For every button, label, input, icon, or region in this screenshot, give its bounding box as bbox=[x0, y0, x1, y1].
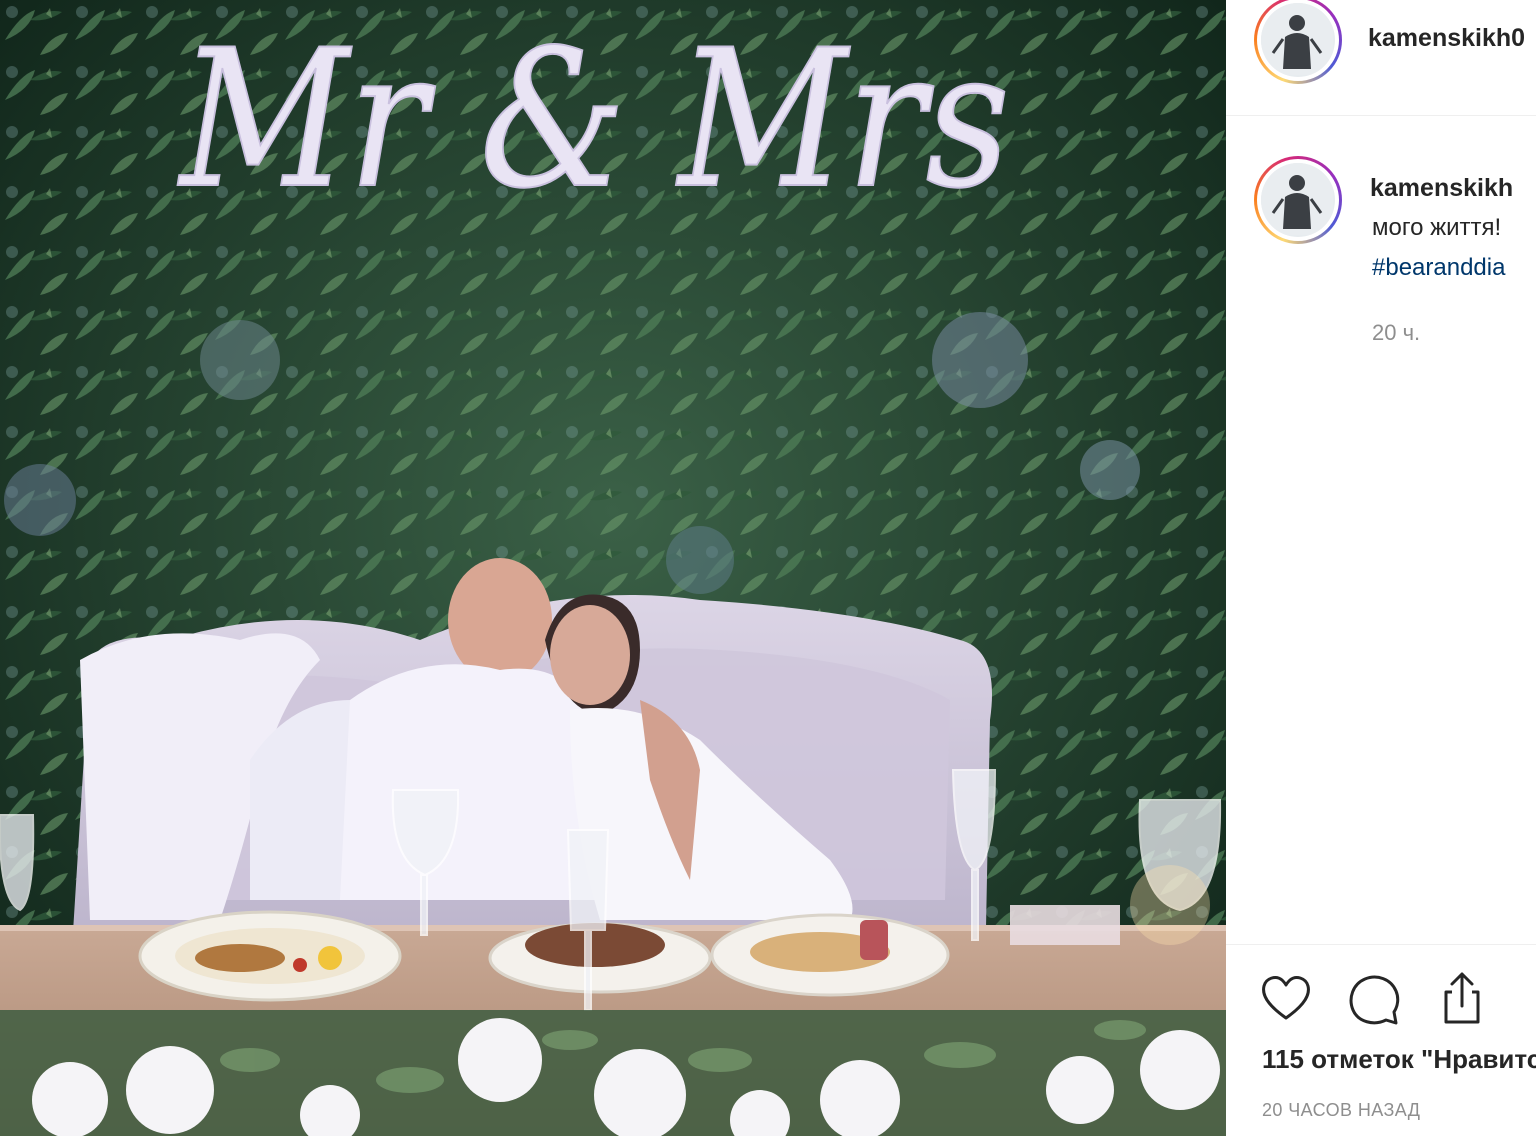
comment-button[interactable] bbox=[1344, 968, 1404, 1028]
likes-count[interactable]: 115 отметок "Нравится" bbox=[1262, 1044, 1536, 1075]
person-silhouette-icon bbox=[1261, 163, 1333, 235]
caption-avatar[interactable] bbox=[1254, 156, 1342, 244]
person-silhouette-icon bbox=[1261, 3, 1333, 75]
like-button[interactable] bbox=[1256, 968, 1316, 1028]
post-date[interactable]: 20 ЧАСОВ НАЗАД bbox=[1262, 1100, 1420, 1121]
comment-icon bbox=[1349, 975, 1400, 1025]
actions-divider bbox=[1226, 944, 1536, 945]
caption-timestamp[interactable]: 20 ч. bbox=[1372, 320, 1420, 346]
caption-username[interactable]: kamenskikh bbox=[1370, 174, 1513, 203]
post-photo[interactable]: Mr & Mrs bbox=[0, 0, 1226, 1136]
share-icon bbox=[1444, 972, 1480, 1024]
avatar-image bbox=[1261, 3, 1335, 77]
header-divider bbox=[1226, 115, 1536, 116]
post-sidebar: kamenskikh0 kamenskikh мого життя! #bear… bbox=[1226, 0, 1536, 1136]
caption-hashtag[interactable]: #bearanddia bbox=[1372, 254, 1505, 282]
mr-mrs-sign: Mr & Mrs bbox=[177, 9, 1010, 230]
heart-icon bbox=[1262, 976, 1310, 1020]
header-username[interactable]: kamenskikh0 bbox=[1368, 24, 1525, 53]
caption-text: мого життя! bbox=[1372, 214, 1502, 241]
avatar-image bbox=[1261, 163, 1335, 237]
wedding-photo-image: Mr & Mrs bbox=[0, 0, 1226, 1136]
share-button[interactable] bbox=[1432, 968, 1492, 1028]
header-avatar[interactable] bbox=[1254, 0, 1342, 84]
